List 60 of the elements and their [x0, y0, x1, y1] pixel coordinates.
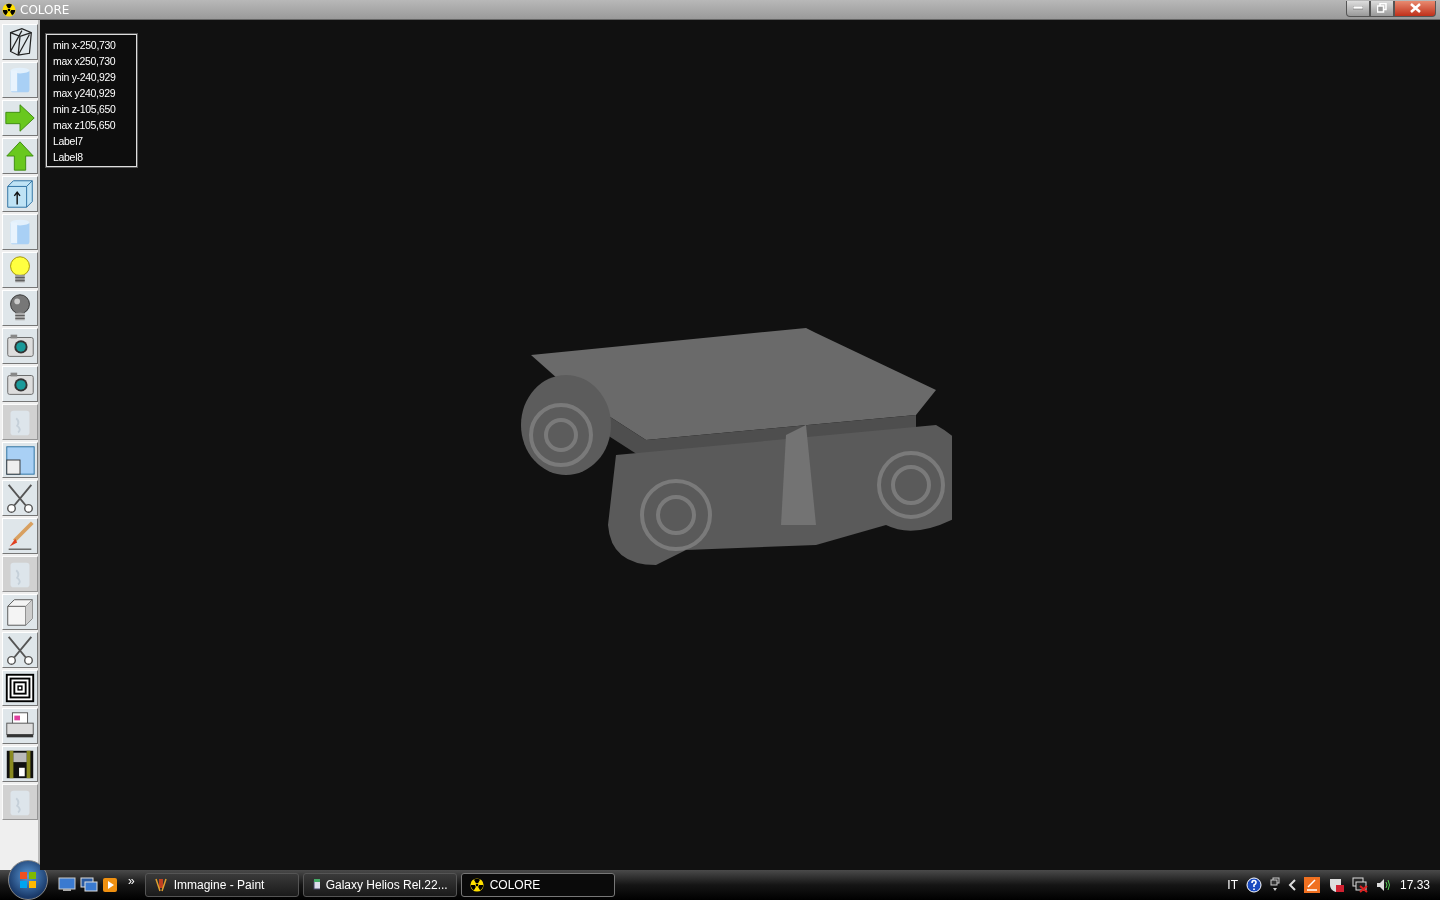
- minimize-icon: [1353, 6, 1363, 10]
- info-line: max y240,929: [53, 86, 117, 101]
- cylinder-tool-button[interactable]: [2, 214, 38, 250]
- close-button[interactable]: [1394, 0, 1436, 17]
- window-icon: [3, 443, 37, 477]
- info-line: min x-250,730: [53, 38, 117, 53]
- cube-tool-button[interactable]: [2, 594, 38, 630]
- right-arrow-tool-button[interactable]: [2, 100, 38, 136]
- light-bulb-tool-button[interactable]: [2, 252, 38, 288]
- more-button[interactable]: »: [128, 874, 135, 888]
- restore-icon: [1377, 3, 1387, 13]
- taskbar-button[interactable]: COLORE: [460, 873, 615, 897]
- play-icon: [102, 877, 118, 893]
- show-desktop-button[interactable]: [58, 877, 76, 893]
- minimize-button[interactable]: [1346, 0, 1370, 17]
- info-line: Label8: [53, 150, 84, 165]
- info-line: Label7: [53, 134, 84, 149]
- scissors-tool-button[interactable]: [2, 480, 38, 516]
- printer-tool-button[interactable]: [2, 708, 38, 744]
- restore-window-icon[interactable]: [1269, 877, 1280, 893]
- camera-tool-button[interactable]: [2, 366, 38, 402]
- taskbar-button[interactable]: Galaxy Helios Rel.22...: [302, 873, 457, 897]
- window-icon: [311, 877, 320, 893]
- info-line: min z-105,650: [53, 102, 117, 117]
- light-bulb-tool-button[interactable]: [2, 290, 38, 326]
- windows-logo-icon: [19, 871, 37, 889]
- info-line: min y-240,929: [53, 70, 117, 85]
- window-title: COLORE: [20, 2, 71, 17]
- shield-icon[interactable]: [1327, 877, 1344, 893]
- radiation-icon: [469, 878, 484, 892]
- concentric-squares-tool-button[interactable]: [2, 670, 38, 706]
- desktop-icon: [58, 877, 76, 892]
- help-icon[interactable]: [1245, 877, 1262, 893]
- restore-button[interactable]: [1370, 0, 1394, 17]
- taskbar-button[interactable]: Immagine - Paint: [144, 873, 299, 897]
- info-line: max x250,730: [53, 54, 117, 69]
- window-tool-button[interactable]: [2, 442, 38, 478]
- info-line: max z105,650: [53, 118, 117, 133]
- language-indicator[interactable]: IT: [1227, 878, 1238, 892]
- close-icon: [1409, 3, 1421, 13]
- windows-stack-icon: [80, 877, 98, 892]
- cylinder-tool-button[interactable]: [2, 62, 38, 98]
- up-arrow-icon: [3, 139, 37, 173]
- up-arrow-tool-button[interactable]: [2, 138, 38, 174]
- floppy-disk-tool-button[interactable]: [2, 746, 38, 782]
- concentric-squares-icon: [3, 671, 37, 705]
- cube-arrow-tool-button[interactable]: [2, 176, 38, 212]
- clock[interactable]: 17.33: [1399, 878, 1430, 892]
- wireframe-box-tool-button[interactable]: [2, 24, 38, 60]
- chevron-left-icon[interactable]: [1287, 879, 1296, 891]
- right-arrow-icon: [3, 101, 37, 135]
- scissors-tool-button[interactable]: [2, 632, 38, 668]
- media-player-button[interactable]: [102, 877, 120, 893]
- switch-windows-button[interactable]: [80, 877, 98, 893]
- camera-tool-button[interactable]: [2, 328, 38, 364]
- network-error-icon[interactable]: [1351, 877, 1368, 893]
- radiation-icon: [2, 2, 16, 17]
- paintbrush-tool-button[interactable]: [2, 518, 38, 554]
- paintbrush-icon: [153, 877, 168, 893]
- volume-icon[interactable]: [1375, 877, 1392, 893]
